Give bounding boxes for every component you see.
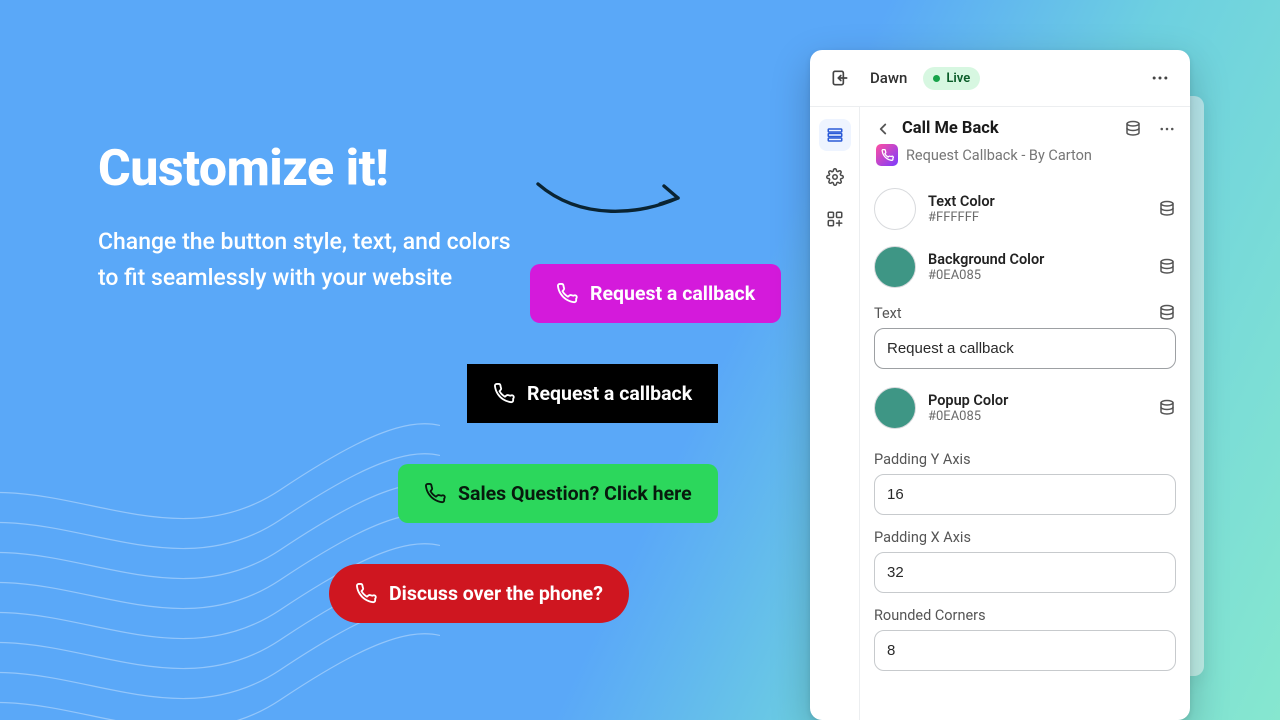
marketing-copy: Customize it! Change the button style, t… — [98, 140, 528, 295]
rail-apps[interactable] — [819, 203, 851, 235]
field-label-padding-y: Padding Y Axis — [874, 451, 1176, 468]
database-icon — [1158, 304, 1176, 322]
field-label-rounded: Rounded Corners — [874, 607, 1176, 624]
database-icon — [1158, 258, 1176, 276]
setting-background-color[interactable]: Background Color #0EA085 — [874, 238, 1176, 296]
setting-value: #0EA085 — [928, 268, 1146, 283]
app-name: Request Callback - By Carton — [906, 147, 1092, 164]
app-source-row: Request Callback - By Carton — [876, 144, 1176, 166]
field-label-padding-x: Padding X Axis — [874, 529, 1176, 546]
dynamic-source-button[interactable] — [1124, 120, 1142, 138]
setting-value: #0EA085 — [928, 409, 1146, 424]
setting-label: Background Color — [928, 251, 1146, 268]
sections-icon — [826, 126, 844, 144]
more-icon — [1158, 120, 1176, 138]
setting-text-color[interactable]: Text Color #FFFFFF — [874, 180, 1176, 238]
demo-button-magenta[interactable]: Request a callback — [530, 264, 781, 323]
demo-button-black[interactable]: Request a callback — [467, 364, 718, 423]
phone-icon — [881, 149, 894, 162]
editor-rail — [810, 107, 860, 720]
headline: Customize it! — [98, 140, 528, 198]
padding-x-input[interactable] — [874, 552, 1176, 593]
exit-button[interactable] — [826, 64, 854, 92]
setting-label: Text Color — [928, 193, 1146, 210]
database-icon — [1158, 399, 1176, 417]
editor-panel: Dawn Live — [810, 50, 1190, 720]
promo-stage: Customize it! Change the button style, t… — [0, 0, 1280, 720]
database-icon — [1158, 200, 1176, 218]
status-dot-icon — [933, 75, 940, 82]
demo-button-red[interactable]: Discuss over the phone? — [329, 564, 629, 623]
arrow-icon — [532, 170, 692, 230]
back-button[interactable] — [874, 120, 892, 138]
status-text: Live — [946, 71, 970, 86]
database-icon — [1124, 120, 1142, 138]
section-title: Call Me Back — [902, 119, 999, 138]
app-icon — [876, 144, 898, 166]
phone-icon — [493, 383, 515, 405]
text-input[interactable] — [874, 328, 1176, 369]
apps-icon — [826, 210, 844, 228]
color-swatch — [874, 188, 916, 230]
rail-sections[interactable] — [819, 119, 851, 151]
setting-popup-color[interactable]: Popup Color #0EA085 — [874, 379, 1176, 437]
phone-icon — [556, 283, 578, 305]
field-label-text: Text — [874, 305, 902, 322]
setting-label: Popup Color — [928, 392, 1146, 409]
demo-button-label: Discuss over the phone? — [389, 582, 603, 605]
section-header: Call Me Back — [874, 119, 1176, 138]
gear-icon — [826, 168, 844, 186]
theme-name: Dawn — [870, 69, 907, 87]
more-icon — [1150, 68, 1170, 88]
demo-button-green[interactable]: Sales Question? Click here — [398, 464, 718, 523]
demo-button-label: Request a callback — [590, 282, 755, 305]
rounded-input[interactable] — [874, 630, 1176, 671]
status-badge: Live — [923, 67, 980, 90]
section-more-button[interactable] — [1158, 120, 1176, 138]
editor-topbar: Dawn Live — [810, 50, 1190, 107]
phone-icon — [424, 483, 446, 505]
rail-settings[interactable] — [819, 161, 851, 193]
exit-icon — [830, 68, 850, 88]
decorative-waves — [0, 360, 440, 720]
phone-icon — [355, 583, 377, 605]
editor-content: Call Me Back Request Callback - By Carto… — [860, 107, 1190, 720]
color-swatch — [874, 387, 916, 429]
more-button[interactable] — [1146, 64, 1174, 92]
setting-value: #FFFFFF — [928, 210, 1146, 225]
chevron-left-icon — [874, 120, 892, 138]
color-swatch — [874, 246, 916, 288]
demo-button-label: Request a callback — [527, 382, 692, 405]
padding-y-input[interactable] — [874, 474, 1176, 515]
demo-button-label: Sales Question? Click here — [458, 482, 692, 505]
subline: Change the button style, text, and color… — [98, 224, 528, 295]
